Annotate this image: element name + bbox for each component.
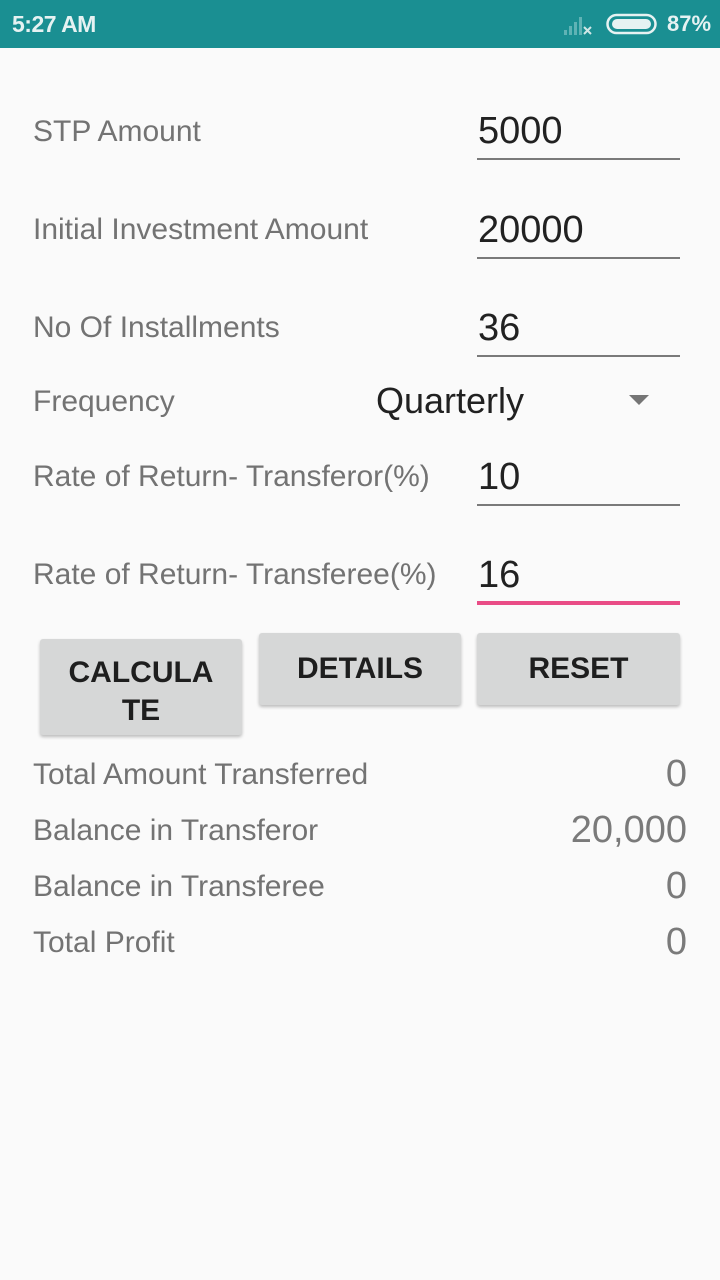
reset-button[interactable]: RESET xyxy=(477,633,680,705)
balance-transferee-label: Balance in Transferee xyxy=(33,870,325,903)
installments-label: No Of Installments xyxy=(33,311,280,344)
dropdown-caret-icon xyxy=(629,395,649,405)
status-bar: 5:27 AM 87% xyxy=(0,0,720,48)
rate-transferor-field[interactable] xyxy=(477,452,681,506)
installments-field[interactable] xyxy=(477,303,681,357)
rate-transferee-label: Rate of Return- Transferee(%) xyxy=(33,558,437,591)
frequency-dropdown[interactable]: Quarterly xyxy=(376,376,680,430)
total-transferred-label: Total Amount Transferred xyxy=(33,758,369,791)
balance-transferor-label: Balance in Transferor xyxy=(33,814,319,847)
details-button[interactable]: DETAILS xyxy=(259,633,461,705)
initial-investment-underline xyxy=(477,257,680,259)
rate-transferor-input[interactable] xyxy=(477,452,681,502)
frequency-label: Frequency xyxy=(33,385,175,418)
calculate-button[interactable]: CALCULATE xyxy=(40,639,242,735)
initial-investment-input[interactable] xyxy=(477,205,681,255)
battery-percent: 87% xyxy=(667,11,712,36)
status-time: 5:27 AM xyxy=(12,11,96,37)
total-profit-label: Total Profit xyxy=(33,926,175,959)
rate-transferee-field[interactable] xyxy=(477,550,681,605)
balance-transferor-value: 20,000 xyxy=(570,809,687,851)
rate-transferee-input[interactable] xyxy=(477,550,681,600)
rate-transferor-label: Rate of Return- Transferor(%) xyxy=(33,460,430,493)
balance-transferee-value: 0 xyxy=(665,865,687,907)
battery-icon xyxy=(606,13,657,35)
stp-amount-field[interactable] xyxy=(477,106,681,160)
initial-investment-field[interactable] xyxy=(477,205,681,259)
rate-transferor-underline xyxy=(477,504,680,506)
stp-amount-label: STP Amount xyxy=(33,115,201,148)
signal-no-service-icon xyxy=(564,17,592,35)
initial-investment-label: Initial Investment Amount xyxy=(33,213,369,246)
total-transferred-value: 0 xyxy=(665,753,687,795)
installments-input[interactable] xyxy=(477,303,681,353)
stp-amount-input[interactable] xyxy=(477,106,681,156)
frequency-selected: Quarterly xyxy=(376,380,525,421)
rate-transferee-underline xyxy=(477,601,680,605)
installments-underline xyxy=(477,355,680,357)
stp-amount-underline xyxy=(477,158,680,160)
total-profit-value: 0 xyxy=(665,921,687,963)
